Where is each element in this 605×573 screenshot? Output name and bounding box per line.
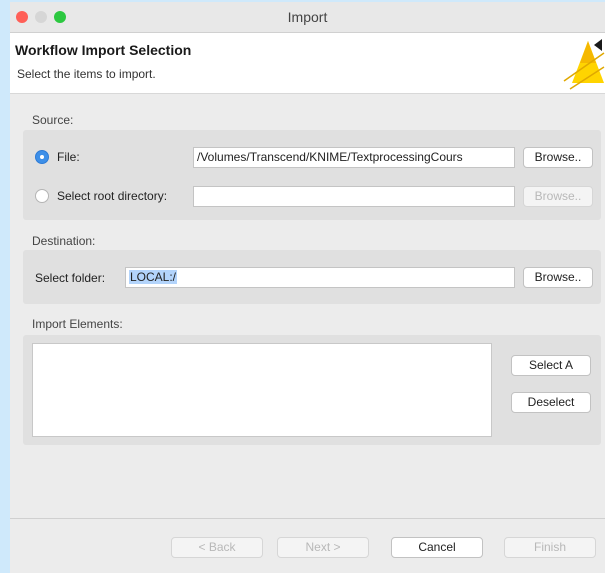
select-all-button[interactable]: Select A [511,355,591,376]
cancel-button[interactable]: Cancel [391,537,483,558]
folder-selected-text: LOCAL:/ [129,270,178,284]
finish-button: Finish [504,537,596,558]
source-label: Source: [32,113,74,127]
footer-divider [10,518,605,519]
knime-logo-icon [563,39,605,90]
file-radio[interactable] [35,150,49,164]
file-path-input[interactable]: /Volumes/Transcend/KNIME/TextprocessingC… [193,147,515,168]
destination-folder-input[interactable]: LOCAL:/ [125,267,515,288]
import-elements-group: Select A Deselect [23,335,601,445]
back-button: < Back [171,537,263,558]
window-title: Import [287,9,328,25]
next-button: Next > [277,537,369,558]
deselect-all-button[interactable]: Deselect [511,392,591,413]
root-directory-input[interactable] [193,186,515,207]
import-elements-label: Import Elements: [32,317,123,331]
page-title: Workflow Import Selection [15,42,192,58]
title-bar: Import [10,2,605,33]
import-elements-tree[interactable] [32,343,492,437]
page-subtitle: Select the items to import. [17,67,156,81]
source-group: File: /Volumes/Transcend/KNIME/Textproce… [23,130,601,220]
root-browse-button: Browse.. [523,186,593,207]
select-folder-label: Select folder: [35,271,106,285]
import-dialog: Import Workflow Import Selection Select … [10,2,605,573]
file-option-label: File: [57,150,80,164]
destination-browse-button[interactable]: Browse.. [523,267,593,288]
destination-group: Select folder: LOCAL:/ Browse.. [23,250,601,304]
destination-label: Destination: [32,234,96,248]
wizard-header: Workflow Import Selection Select the ite… [10,33,605,94]
file-browse-button[interactable]: Browse.. [523,147,593,168]
root-directory-radio[interactable] [35,189,49,203]
root-directory-label: Select root directory: [57,189,168,203]
